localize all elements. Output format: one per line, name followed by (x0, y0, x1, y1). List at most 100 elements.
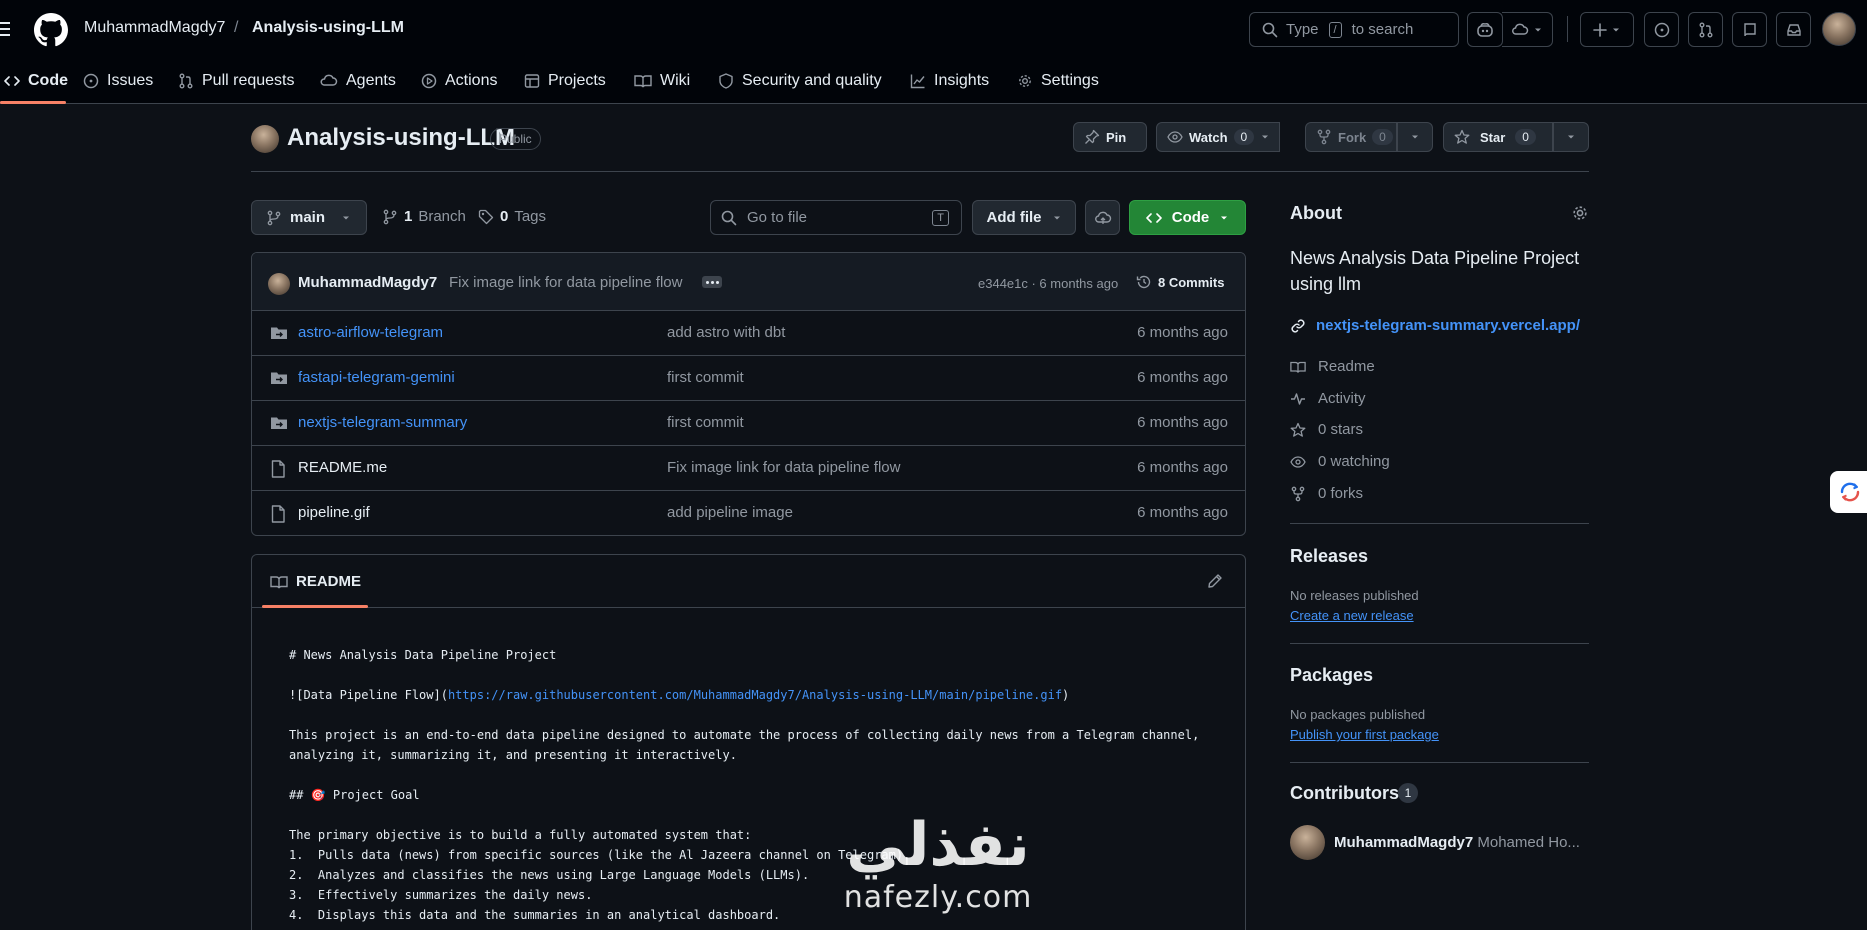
edit-pencil-icon[interactable] (1207, 573, 1223, 589)
commits-count-label: 8 Commits (1158, 274, 1225, 290)
translate-widget-button[interactable] (1830, 471, 1867, 513)
contributors-heading-link[interactable]: Contributors (1290, 783, 1399, 804)
file-commit-message-link[interactable]: add astro with dbt (667, 324, 785, 341)
go-to-file-input[interactable]: Go to file T (710, 200, 962, 235)
gear-icon[interactable] (1571, 204, 1589, 222)
chevron-down-icon (1052, 213, 1062, 223)
file-row[interactable]: astro-airflow-telegram add astro with dbt… (252, 311, 1245, 356)
file-name-link[interactable]: README.me (298, 459, 387, 476)
file-name-link[interactable]: nextjs-telegram-summary (298, 414, 467, 431)
file-icon (270, 460, 286, 478)
book-icon (1290, 359, 1306, 375)
fork-button[interactable]: Fork 0 (1305, 122, 1397, 152)
packages-heading-link[interactable]: Packages (1290, 665, 1373, 686)
top-header: MuhammadMagdy7 / Analysis-using-LLM Type… (0, 0, 1867, 58)
sidebar-item-activity[interactable]: Activity (1290, 390, 1366, 407)
about-description: News Analysis Data Pipeline Project usin… (1290, 248, 1580, 294)
file-commit-message-link[interactable]: Fix image link for data pipeline flow (667, 459, 900, 476)
sidebar-item-stars[interactable]: 0 stars (1290, 421, 1363, 438)
file-name-link[interactable]: pipeline.gif (298, 504, 370, 521)
readme-header: README (252, 555, 1245, 608)
file-commit-message-link[interactable]: first commit (667, 369, 744, 386)
tab-insights-label: Insights (934, 72, 990, 89)
readme-image-url-link[interactable]: https://raw.githubusercontent.com/Muhamm… (448, 688, 1062, 702)
file-row[interactable]: pipeline.gif add pipeline image 6 months a… (252, 491, 1245, 535)
readme-line: ![Data Pipeline Flow](https://raw.github… (289, 685, 1199, 705)
header-divider (251, 171, 1589, 172)
add-file-button[interactable]: Add file (972, 200, 1076, 235)
file-row[interactable]: README.me Fix image link for data pipelin… (252, 446, 1245, 491)
commit-message-link[interactable]: Fix image link for data pipeline flow (449, 274, 682, 291)
breadcrumb-repo-link[interactable]: Analysis-using-LLM (252, 19, 404, 37)
tab-pull-requests[interactable]: Pull requests (178, 58, 295, 104)
file-commit-message-link[interactable]: first commit (667, 414, 744, 431)
user-avatar[interactable] (1822, 12, 1856, 46)
file-table: MuhammadMagdy7 Fix image link for data p… (251, 252, 1246, 536)
issues-shortcut-button[interactable] (1644, 12, 1679, 47)
releases-heading-link[interactable]: Releases (1290, 546, 1368, 567)
file-name-link[interactable]: fastapi-telegram-gemini (298, 369, 455, 386)
tab-issues-label: Issues (107, 72, 154, 89)
branches-link[interactable]: 1 Branch (382, 208, 466, 225)
shield-icon (718, 73, 734, 89)
code-icon (1145, 210, 1162, 226)
file-commit-message-link[interactable]: add pipeline image (667, 504, 793, 521)
commits-history-link[interactable]: 8 Commits (1136, 274, 1224, 290)
tab-actions[interactable]: Actions (421, 58, 497, 104)
contributors-count-badge: 1 (1398, 783, 1418, 803)
inbox-button[interactable] (1776, 12, 1811, 47)
tab-issues[interactable]: Issues (83, 58, 153, 104)
hamburger-menu-icon[interactable] (0, 18, 14, 40)
repositories-shortcut-button[interactable] (1732, 12, 1767, 47)
star-menu-button[interactable] (1553, 122, 1589, 152)
create-new-button[interactable] (1580, 12, 1634, 47)
sidebar-item-watching[interactable]: 0 watching (1290, 453, 1390, 470)
sidebar-item-readme[interactable]: Readme (1290, 358, 1375, 375)
file-name-link[interactable]: astro-airflow-telegram (298, 324, 443, 341)
book-icon (634, 73, 652, 89)
search-icon (721, 210, 737, 226)
readme-line: The primary objective is to build a full… (289, 828, 752, 842)
tab-insights[interactable]: Insights (910, 58, 989, 104)
file-row[interactable]: nextjs-telegram-summary first commit 6 mon… (252, 401, 1245, 446)
branch-selector[interactable]: main (251, 200, 367, 235)
codespaces-button[interactable] (1085, 200, 1120, 235)
tags-link[interactable]: 0 Tags (478, 208, 546, 225)
pin-button[interactable]: Pin (1073, 122, 1147, 152)
copilot-menu-button[interactable] (1502, 12, 1553, 47)
code-dropdown-button[interactable]: Code (1129, 200, 1246, 235)
search-icon (1262, 22, 1278, 38)
contributor-avatar[interactable] (1290, 825, 1325, 860)
file-row[interactable]: fastapi-telegram-gemini first commit 6 mon… (252, 356, 1245, 401)
tab-settings[interactable]: Settings (1017, 58, 1099, 104)
tab-projects[interactable]: Projects (524, 58, 606, 104)
publish-package-link[interactable]: Publish your first package (1290, 727, 1439, 742)
commit-expand-button[interactable] (702, 276, 722, 288)
watch-label: Watch (1189, 129, 1228, 145)
tab-security[interactable]: Security and quality (718, 58, 882, 104)
file-commit-date: 6 months ago (1137, 504, 1228, 521)
pull-requests-shortcut-button[interactable] (1688, 12, 1723, 47)
watch-button[interactable]: Watch 0 (1156, 122, 1280, 152)
sidebar-item-forks[interactable]: 0 forks (1290, 485, 1363, 502)
repo-owner-avatar[interactable] (251, 125, 279, 153)
breadcrumb-owner-link[interactable]: MuhammadMagdy7 (84, 19, 225, 37)
commit-author-avatar[interactable] (268, 273, 290, 295)
tab-wiki[interactable]: Wiki (634, 58, 690, 104)
global-search-input[interactable]: Type / to search (1249, 12, 1459, 47)
website-link[interactable]: nextjs-telegram-summary.vercel.app/ (1290, 317, 1580, 334)
star-button[interactable]: Star 0 (1443, 122, 1553, 152)
repo-title-link[interactable]: Analysis-using-LLM (287, 124, 515, 152)
sidebar-item-label: 0 forks (1318, 485, 1364, 502)
github-logo-icon[interactable] (34, 13, 68, 47)
commit-sha-time[interactable]: e344e1c · 6 months ago (978, 276, 1118, 291)
fork-menu-button[interactable] (1397, 122, 1433, 152)
commit-author-link[interactable]: MuhammadMagdy7 (298, 274, 437, 291)
copilot-button[interactable] (1467, 12, 1503, 47)
create-release-link[interactable]: Create a new release (1290, 608, 1414, 623)
add-file-label: Add file (986, 209, 1042, 226)
readme-tab[interactable]: README (270, 573, 361, 590)
tab-code[interactable]: Code (4, 58, 68, 104)
contributor-entry[interactable]: MuhammadMagdy7 Mohamed Ho... (1334, 834, 1588, 851)
tab-agents[interactable]: Agents (320, 58, 396, 104)
